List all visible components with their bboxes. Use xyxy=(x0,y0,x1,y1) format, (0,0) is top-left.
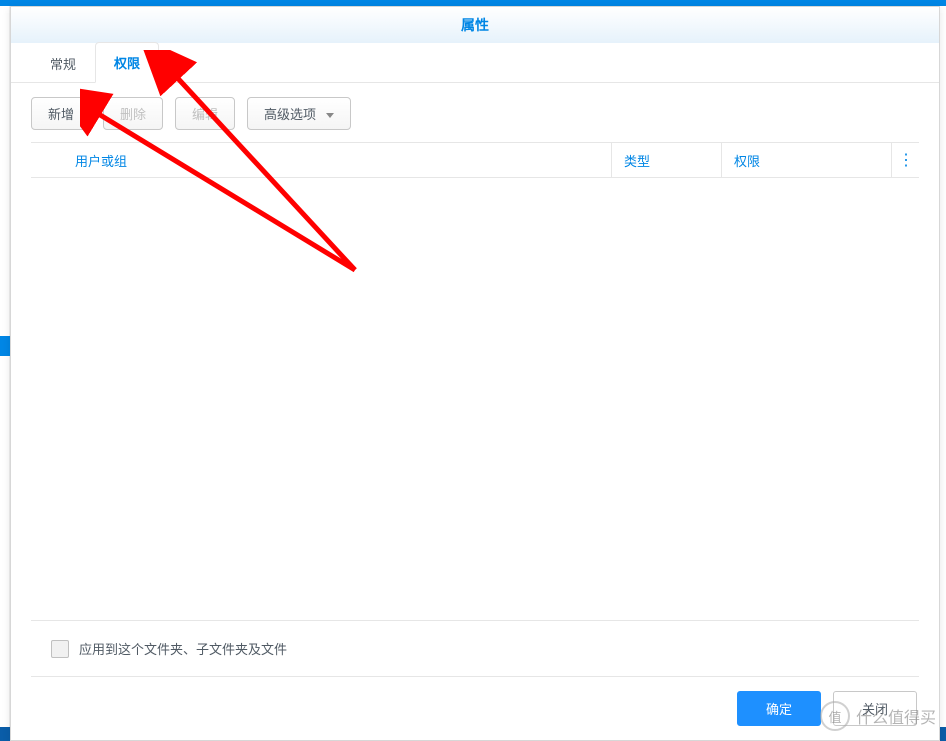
tab-general[interactable]: 常规 xyxy=(31,43,95,83)
column-menu-button[interactable]: ⋮ xyxy=(891,143,919,177)
column-permission[interactable]: 权限 xyxy=(721,143,891,177)
watermark-text: 什么值得买 xyxy=(856,704,936,728)
delete-button[interactable]: 删除 xyxy=(103,97,163,130)
edit-button[interactable]: 编辑 xyxy=(175,97,235,130)
advanced-options-label: 高级选项 xyxy=(264,107,316,122)
more-icon: ⋮ xyxy=(898,150,913,170)
watermark: 值 什么值得买 xyxy=(820,701,936,731)
apply-recursive-label: 应用到这个文件夹、子文件夹及文件 xyxy=(79,639,287,658)
dialog-footer: 确定 关闭 xyxy=(11,677,939,740)
advanced-options-button[interactable]: 高级选项 xyxy=(247,97,351,130)
table-header: 用户或组 类型 权限 ⋮ xyxy=(31,142,919,178)
watermark-logo: 值 xyxy=(820,701,850,731)
add-button[interactable]: 新增 xyxy=(31,97,91,130)
properties-dialog: 属性 常规 权限 新增 删除 编辑 高级选项 用户或组 类型 权限 ⋮ 应用到这… xyxy=(10,6,940,741)
toolbar: 新增 删除 编辑 高级选项 xyxy=(11,83,939,142)
chevron-down-icon xyxy=(326,113,334,118)
column-user-or-group[interactable]: 用户或组 xyxy=(71,151,611,170)
table-body xyxy=(31,178,919,621)
column-type[interactable]: 类型 xyxy=(611,143,721,177)
apply-recursive-row: 应用到这个文件夹、子文件夹及文件 xyxy=(31,621,919,677)
ok-button[interactable]: 确定 xyxy=(737,691,821,726)
tabs-bar: 常规 权限 xyxy=(11,43,939,83)
dialog-title: 属性 xyxy=(11,7,939,43)
apply-recursive-checkbox[interactable] xyxy=(51,640,69,658)
tab-permission[interactable]: 权限 xyxy=(95,42,159,83)
